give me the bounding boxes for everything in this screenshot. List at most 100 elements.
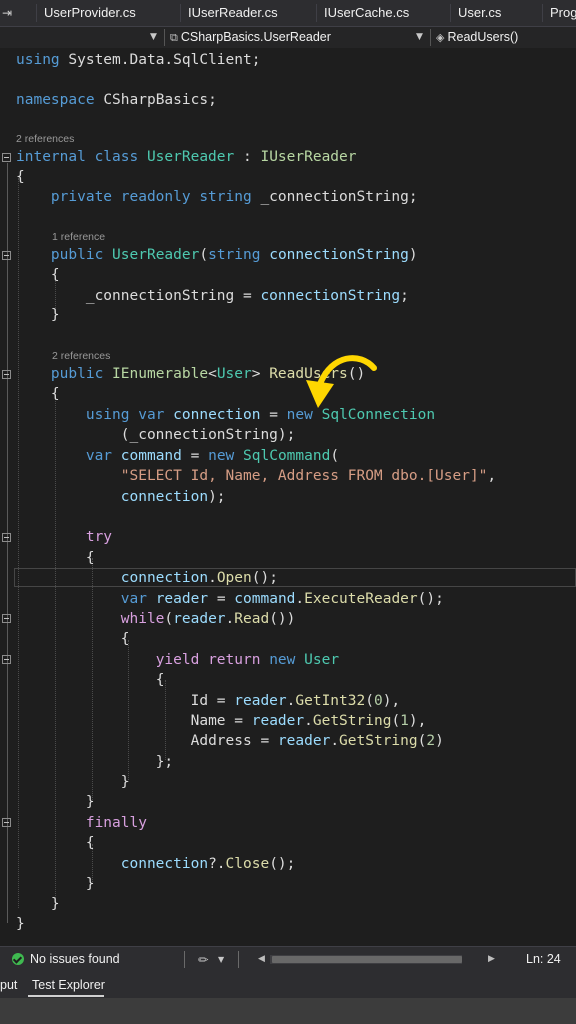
- code-line: var command = new SqlCommand(: [16, 446, 339, 466]
- code-line: }: [16, 792, 95, 812]
- class-references-lens[interactable]: 2 references: [16, 132, 74, 146]
- tab-output[interactable]: put: [0, 972, 17, 998]
- brace: {: [50, 267, 60, 283]
- code-line-current: connection.Open();: [16, 568, 278, 588]
- namespace-ref: System.Data.SqlClient;: [68, 52, 261, 68]
- variable: connection: [120, 489, 209, 505]
- code-line: };: [16, 752, 173, 772]
- comma: ,: [487, 468, 497, 484]
- paren: (: [164, 611, 174, 627]
- fold-toggle-try[interactable]: [2, 533, 11, 542]
- keyword: using: [16, 52, 60, 68]
- fold-toggle-class[interactable]: [2, 153, 11, 162]
- tab-label: Prog: [550, 5, 576, 20]
- scroll-left-icon[interactable]: ◀: [258, 947, 265, 972]
- member-dropdown[interactable]: ◈ ReadUsers(): [436, 27, 518, 48]
- keyword: var: [85, 448, 113, 464]
- fold-toggle-initializer[interactable]: [2, 655, 11, 664]
- fold-toggle-ctor[interactable]: [2, 251, 11, 260]
- code-line: internal class UserReader : IUserReader: [16, 147, 357, 167]
- fold-toggle-while[interactable]: [2, 614, 11, 623]
- tab-separator: [316, 4, 317, 22]
- null-conditional: ?.: [208, 856, 226, 872]
- variable: command: [234, 591, 296, 607]
- keyword: private readonly string: [50, 189, 252, 205]
- brace: }: [50, 307, 60, 323]
- code-line: connection);: [16, 487, 226, 507]
- tab-label: IUserCache.cs: [324, 5, 410, 20]
- line-number[interactable]: Ln: 24: [526, 947, 561, 972]
- angle: <: [208, 366, 217, 382]
- method-icon: ◈: [436, 31, 445, 44]
- number: 2: [426, 733, 436, 749]
- chevron-down-icon[interactable]: ▼: [416, 27, 423, 48]
- status-separator: [184, 951, 185, 968]
- method-references-lens[interactable]: 2 references: [52, 349, 110, 363]
- issues-status[interactable]: No issues found: [30, 947, 120, 972]
- paren-comma: ),: [408, 713, 427, 729]
- code-line: finally: [16, 813, 147, 833]
- code-editor[interactable]: using System.Data.SqlClient; namespace C…: [0, 48, 576, 944]
- assign-lhs: _connectionString =: [85, 288, 252, 304]
- param-ref: connectionString: [260, 288, 401, 304]
- tab-iusercache[interactable]: IUserCache.cs: [320, 0, 444, 26]
- number: 0: [373, 693, 383, 709]
- code-line: using System.Data.SqlClient;: [16, 50, 260, 70]
- chevron-down-icon[interactable]: ▼: [150, 27, 157, 48]
- code-line: }: [16, 305, 60, 325]
- type-dropdown[interactable]: ⧉ CSharpBasics.UserReader: [170, 27, 331, 48]
- brace: {: [50, 386, 60, 402]
- param-name: connectionString: [269, 247, 409, 263]
- keyword: public: [50, 247, 104, 263]
- code-line: "SELECT Id, Name, Address FROM dbo.[User…: [16, 466, 496, 486]
- type-name: SqlCommand: [243, 448, 331, 464]
- operator: =: [216, 591, 226, 607]
- check-circle-icon: [12, 953, 24, 965]
- tab-userprovider[interactable]: UserProvider.cs: [40, 0, 170, 26]
- code-line: public UserReader(string connectionStrin…: [16, 245, 418, 265]
- annotation-arrow-icon: [306, 355, 377, 408]
- fold-line: [7, 163, 8, 923]
- code-line: {: [16, 548, 95, 568]
- keyword: var: [120, 591, 147, 607]
- paren: (: [199, 247, 209, 263]
- brace: {: [155, 672, 165, 688]
- variable: connection: [120, 856, 209, 872]
- fold-toggle-method[interactable]: [2, 370, 11, 379]
- code-line: {: [16, 384, 60, 404]
- namespace-name: CSharpBasics;: [103, 92, 217, 108]
- dot: .: [295, 591, 305, 607]
- tab-iuserreader[interactable]: IUserReader.cs: [184, 0, 309, 26]
- control-keyword: while: [120, 611, 165, 627]
- return-type: IEnumerable: [112, 366, 209, 382]
- tab-user[interactable]: User.cs: [454, 0, 538, 26]
- method-call: GetString: [339, 733, 418, 749]
- horizontal-scrollbar-thumb[interactable]: [272, 956, 462, 963]
- tab-label: UserProvider.cs: [44, 5, 136, 20]
- chevron-down-icon[interactable]: ▼: [218, 947, 224, 972]
- dot: .: [225, 611, 235, 627]
- paren: (: [330, 448, 340, 464]
- fold-toggle-finally[interactable]: [2, 818, 11, 827]
- paren: (: [365, 693, 374, 709]
- tab-separator: [450, 4, 451, 22]
- scroll-right-icon[interactable]: ▶: [488, 947, 495, 972]
- code-line: {: [16, 265, 60, 285]
- generic-arg: User: [216, 366, 252, 382]
- code-line: _connectionString = connectionString;: [16, 286, 409, 306]
- code-line: (_connectionString);: [16, 425, 296, 445]
- control-keyword: try: [85, 529, 113, 545]
- code-line: {: [16, 167, 25, 187]
- code-line: var reader = command.ExecuteReader();: [16, 589, 444, 609]
- brace: {: [85, 835, 95, 851]
- tab-program[interactable]: Prog: [546, 0, 576, 26]
- ctor-references-lens[interactable]: 1 reference: [52, 230, 105, 244]
- brace-semicolon: };: [155, 754, 174, 770]
- brace: }: [85, 876, 95, 892]
- paren-comma: ),: [382, 693, 401, 709]
- broom-icon[interactable]: ✏: [198, 947, 208, 972]
- pin-tab-icon[interactable]: ⇥: [2, 0, 12, 26]
- nav-separator: [164, 29, 165, 46]
- tab-separator: [180, 4, 181, 22]
- field-name: _connectionString;: [260, 189, 418, 205]
